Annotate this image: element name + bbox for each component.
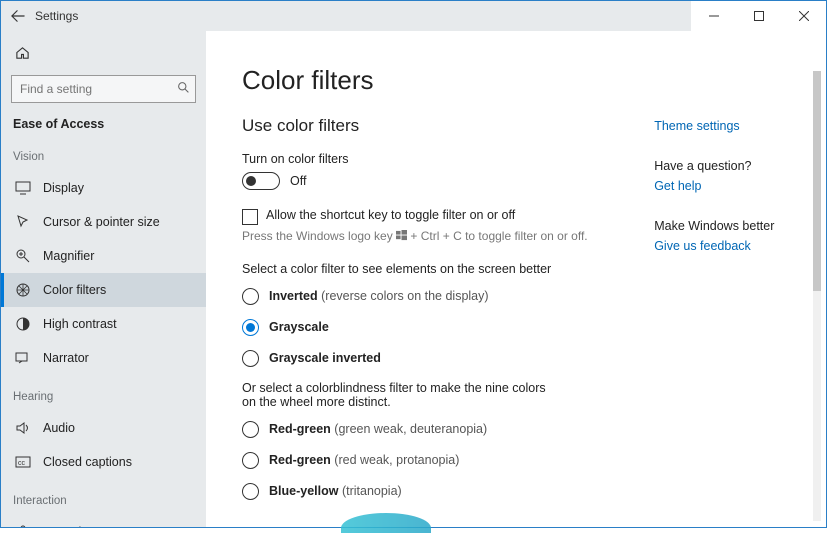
category-header: Ease of Access	[1, 115, 206, 145]
sidebar-item-audio[interactable]: Audio	[1, 411, 206, 445]
sidebar-item-label: Audio	[43, 421, 75, 435]
minimize-icon	[709, 11, 719, 21]
radio-protanopia[interactable]: Red-green (red weak, protanopia)	[242, 452, 614, 469]
group-label-hearing: Hearing	[1, 385, 206, 411]
audio-icon	[15, 420, 31, 436]
maximize-button[interactable]	[736, 1, 781, 31]
sidebar: Ease of Access Vision Display Cursor & p…	[1, 31, 206, 527]
radio-tritanopia[interactable]: Blue-yellow (tritanopia)	[242, 483, 614, 500]
toggle-state: Off	[290, 174, 306, 188]
sidebar-item-label: Display	[43, 181, 84, 195]
toggle-label: Turn on color filters	[242, 152, 614, 166]
colorblind-intro: Or select a colorblindness filter to mak…	[242, 381, 562, 409]
sidebar-item-color-filters[interactable]: Color filters	[1, 273, 206, 307]
sidebar-item-label: Cursor & pointer size	[43, 215, 160, 229]
home-button[interactable]	[1, 41, 206, 73]
sidebar-item-cursor[interactable]: Cursor & pointer size	[1, 205, 206, 239]
sidebar-item-closed-captions[interactable]: cc Closed captions	[1, 445, 206, 479]
search-field-wrap	[11, 75, 196, 103]
radio-inverted[interactable]: Inverted (reverse colors on the display)	[242, 288, 614, 305]
color-filters-toggle[interactable]	[242, 172, 280, 190]
page-title: Color filters	[242, 65, 614, 96]
sidebar-item-label: Narrator	[43, 351, 89, 365]
windows-key-icon	[396, 230, 407, 244]
page-subtitle: Use color filters	[242, 116, 614, 136]
sidebar-item-high-contrast[interactable]: High contrast	[1, 307, 206, 341]
get-help-link[interactable]: Get help	[654, 179, 826, 193]
monitor-icon	[15, 180, 31, 196]
sidebar-item-speech[interactable]: Speech	[1, 515, 206, 527]
sidebar-item-magnifier[interactable]: Magnifier	[1, 239, 206, 273]
color-filters-icon	[15, 282, 31, 298]
sidebar-item-narrator[interactable]: Narrator	[1, 341, 206, 375]
scrollbar[interactable]	[813, 71, 821, 521]
shortcut-hint: Press the Windows logo key + Ctrl + C to…	[242, 229, 614, 244]
radio-label: Inverted	[269, 289, 318, 303]
minimize-button[interactable]	[691, 1, 736, 31]
contrast-icon	[15, 316, 31, 332]
group-label-vision: Vision	[1, 145, 206, 171]
svg-text:cc: cc	[18, 460, 26, 467]
speech-icon	[15, 524, 31, 527]
sidebar-item-label: Magnifier	[43, 249, 94, 263]
group-label-interaction: Interaction	[1, 489, 206, 515]
radio-grayscale[interactable]: Grayscale	[242, 319, 614, 336]
home-icon	[15, 45, 30, 60]
arrow-left-icon	[11, 9, 25, 23]
search-input[interactable]	[11, 75, 196, 103]
radio-deuteranopia[interactable]: Red-green (green weak, deuteranopia)	[242, 421, 614, 438]
radio-grayscale-inverted[interactable]: Grayscale inverted	[242, 350, 614, 367]
radio-label: Blue-yellow	[269, 484, 338, 498]
scrollbar-thumb[interactable]	[813, 71, 821, 291]
narrator-icon	[15, 350, 31, 366]
cursor-icon	[15, 214, 31, 230]
question-heading: Have a question?	[654, 159, 826, 173]
content-area: Color filters Use color filters Turn on …	[206, 31, 826, 527]
sidebar-item-label: Closed captions	[43, 455, 132, 469]
theme-settings-link[interactable]: Theme settings	[654, 119, 826, 133]
sidebar-item-display[interactable]: Display	[1, 171, 206, 205]
window-controls	[691, 1, 826, 31]
radio-label: Red-green	[269, 453, 331, 467]
magnifier-icon	[15, 248, 31, 264]
back-button[interactable]	[1, 9, 35, 23]
feedback-link[interactable]: Give us feedback	[654, 239, 826, 253]
radio-label: Red-green	[269, 422, 331, 436]
sidebar-item-label: Speech	[43, 525, 85, 527]
feedback-heading: Make Windows better	[654, 219, 826, 233]
maximize-icon	[754, 11, 764, 21]
titlebar: Settings	[1, 1, 826, 31]
close-button[interactable]	[781, 1, 826, 31]
close-icon	[799, 11, 809, 21]
window-title: Settings	[35, 9, 78, 23]
search-icon	[177, 81, 190, 99]
cc-icon: cc	[15, 454, 31, 470]
filter-intro: Select a color filter to see elements on…	[242, 262, 614, 276]
shortcut-checkbox-label: Allow the shortcut key to toggle filter …	[266, 208, 515, 222]
radio-label: Grayscale inverted	[269, 351, 381, 365]
radio-label: Grayscale	[269, 320, 329, 334]
shortcut-checkbox[interactable]	[242, 209, 258, 225]
sidebar-item-label: High contrast	[43, 317, 117, 331]
sidebar-item-label: Color filters	[43, 283, 106, 297]
